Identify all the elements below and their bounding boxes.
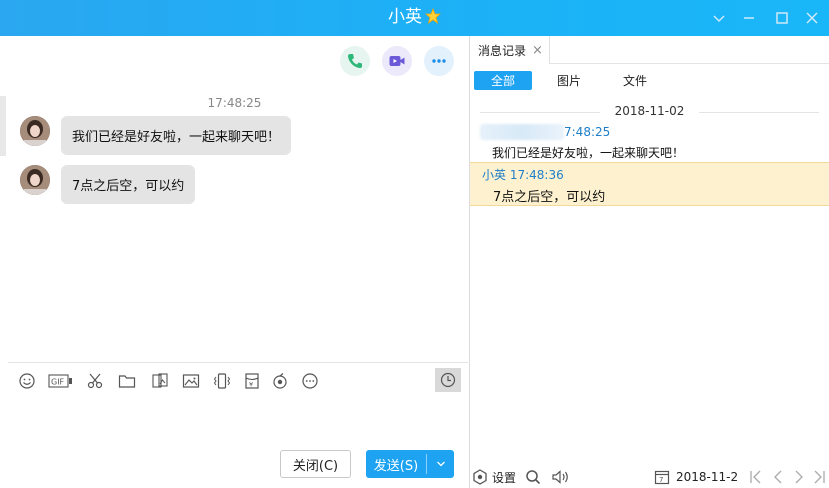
- tab-label: 消息记录: [478, 43, 527, 58]
- red-packet-icon[interactable]: ¥: [241, 370, 263, 392]
- message-timestamp: 17:48:25: [207, 96, 262, 110]
- contact-name: 小英: [388, 7, 422, 27]
- more-options-button[interactable]: [424, 46, 454, 76]
- star-icon: [424, 2, 442, 24]
- maximize-icon[interactable]: [771, 0, 793, 36]
- record-header: 小英 17:48:36: [482, 166, 564, 183]
- phone-call-button[interactable]: [340, 46, 370, 76]
- title-bar: 小英: [0, 0, 829, 36]
- tab-underline: [550, 63, 829, 64]
- send-label[interactable]: 发送(S): [366, 455, 426, 474]
- record-time: 17:48:36: [509, 168, 564, 182]
- history-footer: 设置 7 2018-11-2: [470, 466, 829, 488]
- image-gallery-icon[interactable]: [149, 370, 171, 392]
- history-pane: 消息记录 × 全部 图片 文件 2018-11-02 7:48:25 我们已经是…: [470, 36, 829, 488]
- tab-message-history[interactable]: 消息记录 ×: [470, 36, 550, 64]
- record-time: 7:48:25: [564, 125, 611, 139]
- folder-icon[interactable]: [116, 370, 138, 392]
- date-label: 2018-11-02: [614, 104, 685, 118]
- video-camera-icon: [389, 56, 405, 66]
- date-separator: 2018-11-02: [470, 104, 829, 118]
- speaker-icon[interactable]: [552, 466, 572, 488]
- chevron-down-icon[interactable]: [708, 0, 730, 36]
- date-value: 2018-11-2: [676, 470, 739, 484]
- settings-button[interactable]: 设置: [472, 466, 516, 488]
- minimize-icon[interactable]: [738, 0, 760, 36]
- close-chat-button[interactable]: 关闭(C): [280, 450, 351, 478]
- record-sender: 小英: [482, 168, 507, 182]
- chat-pane: 17:48:25 我们已经是好友啦，一起来聊天吧！ 7点之后空，可以约 GIF …: [0, 36, 469, 488]
- filter-images[interactable]: 图片: [540, 71, 598, 90]
- next-page-icon[interactable]: [791, 466, 807, 488]
- send-options-chevron-icon[interactable]: [427, 459, 454, 469]
- calendar-icon: 7: [654, 470, 670, 485]
- image-icon[interactable]: [180, 370, 202, 392]
- more-dots-icon: [432, 59, 446, 63]
- previous-page-icon[interactable]: [770, 466, 786, 488]
- search-icon[interactable]: [525, 466, 541, 488]
- message-row: 我们已经是好友啦，一起来聊天吧！: [20, 116, 292, 155]
- last-page-icon[interactable]: [811, 466, 827, 488]
- filter-files[interactable]: 文件: [606, 71, 664, 90]
- window-title: 小英: [0, 0, 829, 36]
- settings-icon: [473, 469, 487, 485]
- phone-icon: [348, 54, 362, 68]
- more-circle-icon[interactable]: [299, 370, 321, 392]
- composer-divider: [8, 362, 468, 363]
- clock-icon[interactable]: [435, 368, 461, 392]
- blurred-sender-name: [480, 124, 564, 140]
- record-header: 7:48:25: [480, 124, 610, 140]
- svg-text:7: 7: [659, 476, 663, 484]
- avatar[interactable]: [20, 165, 50, 195]
- avatar[interactable]: [20, 116, 50, 146]
- music-icon[interactable]: [269, 370, 291, 392]
- send-button[interactable]: 发送(S): [366, 450, 454, 478]
- scissors-icon[interactable]: [84, 370, 106, 392]
- record-highlighted[interactable]: 小英 17:48:36 7点之后空，可以约: [470, 162, 829, 206]
- message-row: 7点之后空，可以约: [20, 165, 196, 204]
- record-text[interactable]: 7点之后空，可以约: [493, 186, 605, 205]
- close-icon[interactable]: [801, 0, 823, 36]
- svg-text:¥: ¥: [249, 381, 253, 389]
- calendar-button[interactable]: 7 2018-11-2: [654, 466, 738, 488]
- gif-icon[interactable]: GIF: [48, 370, 74, 392]
- message-bubble[interactable]: 我们已经是好友啦，一起来聊天吧！: [61, 116, 292, 155]
- video-call-button[interactable]: [382, 46, 412, 76]
- settings-label: 设置: [492, 470, 517, 485]
- message-bubble[interactable]: 7点之后空，可以约: [61, 165, 196, 204]
- emoji-icon[interactable]: [16, 370, 38, 392]
- tab-close-icon[interactable]: ×: [532, 43, 543, 58]
- first-page-icon[interactable]: [748, 466, 764, 488]
- filter-all[interactable]: 全部: [474, 71, 532, 90]
- record-text[interactable]: 我们已经是好友啦，一起来聊天吧！: [492, 144, 684, 161]
- svg-text:GIF: GIF: [51, 378, 65, 387]
- shake-icon[interactable]: [211, 370, 233, 392]
